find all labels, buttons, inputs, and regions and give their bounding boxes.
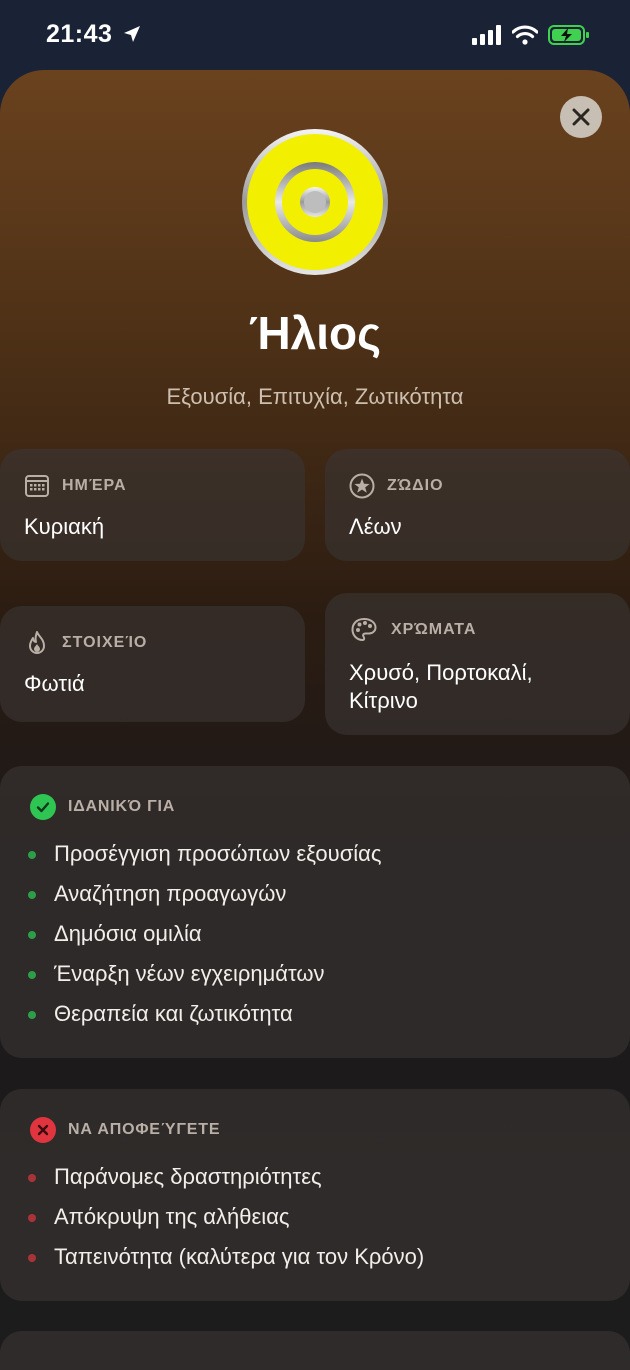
checkmark-icon [30,794,56,820]
wifi-icon [512,25,538,45]
list-item: Δημόσια ομιλία [26,914,604,954]
list-item: Θεραπεία και ζωτικότητα [26,994,604,1034]
avoid-list: Παράνομες δραστηριότητες Απόκρυψη της αλ… [26,1157,604,1277]
planet-title: Ήλιος [248,307,382,359]
zodiac-value: Λέων [349,514,402,539]
avoid-label: ΝΑ ΑΠΟΦΕΎΓΕΤΕ [68,1121,221,1138]
list-item: Παράνομες δραστηριότητες [26,1157,604,1197]
ideal-for-label: ΙΔΑΝΙΚΌ ΓΙΑ [68,798,176,815]
status-icons [472,24,590,46]
ideal-for-card: ΙΔΑΝΙΚΌ ΓΙΑ Προσέγγιση προσώπων εξουσίας… [0,766,630,1058]
element-label: ΣΤΟΙΧΕΊΟ [62,634,148,651]
colors-card: ΧΡΏΜΑΤΑ Χρυσό, Πορτοκαλί, Κίτρινο [325,593,630,735]
day-card: ΗΜΈΡΑ Κυριακή [0,449,305,561]
colors-label: ΧΡΏΜΑΤΑ [391,621,477,638]
day-label: ΗΜΈΡΑ [62,477,127,494]
element-value: Φωτιά [24,671,85,696]
element-card: ΣΤΟΙΧΕΊΟ Φωτιά [0,606,305,722]
location-arrow-icon [123,26,140,42]
list-item: Έναρξη νέων εγχειρημάτων [26,954,604,994]
star-icon [349,473,375,499]
next-card [0,1331,630,1370]
zodiac-card: ΖΏΔΙΟ Λέων [325,449,630,561]
palette-icon [351,617,377,642]
flame-icon [29,631,45,654]
sun-symbol-icon [242,129,388,275]
avoid-card: ΝΑ ΑΠΟΦΕΎΓΕΤΕ Παράνομες δραστηριότητες Α… [0,1089,630,1301]
ideal-for-list: Προσέγγιση προσώπων εξουσίας Αναζήτηση π… [26,834,604,1034]
status-bar: 21:43 [0,0,630,70]
zodiac-label: ΖΏΔΙΟ [387,477,444,494]
close-icon [572,108,590,126]
day-value: Κυριακή [24,514,105,539]
signal-icon [472,25,501,45]
status-time: 21:43 [46,20,142,49]
list-item: Απόκρυψη της αλήθειας [26,1197,604,1237]
planet-subtitle: Εξουσία, Επιτυχία, Ζωτικότητα [166,384,464,409]
calendar-icon [25,475,49,497]
colors-value-line2: Κίτρινο [349,688,418,713]
close-button[interactable] [560,96,602,138]
list-item: Ταπεινότητα (καλύτερα για τον Κρόνο) [26,1237,604,1277]
list-item: Προσέγγιση προσώπων εξουσίας [26,834,604,874]
list-item: Αναζήτηση προαγωγών [26,874,604,914]
colors-value-line1: Χρυσό, Πορτοκαλί, [349,660,533,685]
planet-detail-sheet: Ήλιος Εξουσία, Επιτυχία, Ζωτικότητα ΗΜΈΡ… [0,70,630,1370]
cross-icon [30,1117,56,1143]
battery-charging-icon [548,25,589,45]
